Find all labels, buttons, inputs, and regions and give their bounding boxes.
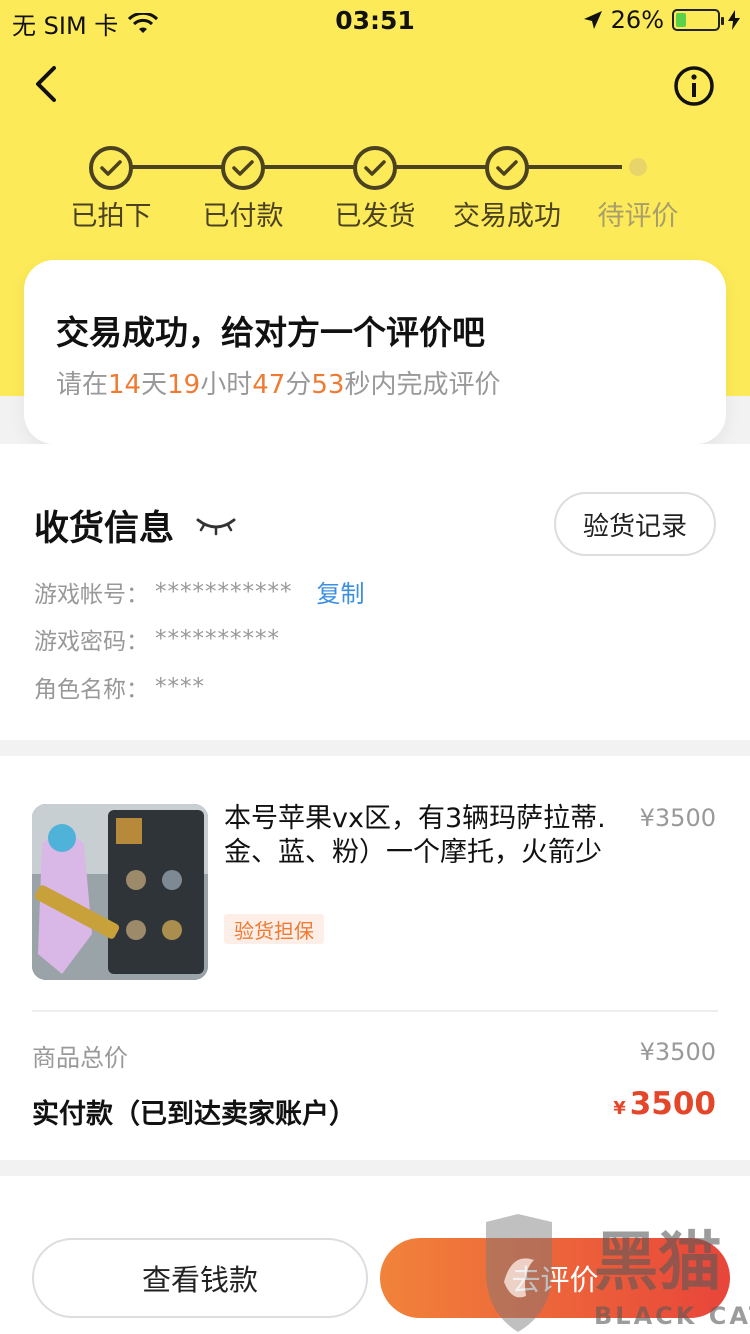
step-label: 已发货 — [334, 201, 416, 232]
info-icon[interactable] — [672, 64, 716, 108]
paid-amount-number: 3500 — [629, 1086, 716, 1122]
info-value: **** — [155, 674, 205, 700]
step-pending-dot — [629, 158, 647, 176]
product-thumbnail[interactable] — [32, 804, 208, 980]
info-row-account: 游戏帐号： *********** 复制 — [34, 574, 365, 609]
review-countdown: 请在14天19小时47分53秒内完成评价 — [56, 364, 500, 401]
eye-closed-icon[interactable] — [196, 514, 236, 536]
info-row-character: 角色名称： **** — [34, 670, 205, 704]
svg-text:黑猫: 黑猫 — [594, 1226, 722, 1300]
countdown-seconds: 53 — [311, 370, 345, 400]
info-row-password: 游戏密码： ********** — [34, 622, 280, 656]
inspection-guarantee-badge: 验货担保 — [224, 914, 324, 944]
paid-amount-value: ¥3500 — [613, 1086, 716, 1122]
order-section: 本号苹果vx区，有3辆玛萨拉蒂.金、蓝、粉）一个摩托，火箭少 ¥3500 验货担… — [0, 756, 750, 1160]
order-progress: 已拍下 已付款 已发货 交易成功 待评价 — [0, 140, 750, 240]
step-connector — [396, 165, 488, 169]
step-label: 待评价 — [597, 201, 679, 232]
back-chevron-icon[interactable] — [28, 62, 68, 106]
info-label: 游戏密码： — [34, 629, 149, 655]
view-payment-button[interactable]: 查看钱款 — [32, 1238, 368, 1318]
receive-info-section: 收货信息 验货记录 游戏帐号： *********** 复制 游戏密码： ***… — [0, 444, 750, 740]
location-arrow-icon — [583, 11, 602, 29]
charging-bolt-icon — [728, 10, 740, 30]
countdown-days: 14 — [108, 370, 142, 400]
divider — [32, 1010, 718, 1012]
product-title[interactable]: 本号苹果vx区，有3辆玛萨拉蒂.金、蓝、粉）一个摩托，火箭少 — [224, 802, 614, 870]
currency-symbol: ¥ — [613, 1098, 626, 1119]
product-thumbnail-image — [32, 804, 208, 980]
status-bar: 无 SIM 卡 03:51 26% — [0, 0, 750, 40]
step-label: 已付款 — [202, 201, 284, 232]
info-value: *********** — [155, 578, 293, 605]
inspection-record-button[interactable]: 验货记录 — [554, 492, 716, 556]
countdown-suffix: 秒内完成评价 — [344, 370, 501, 400]
step-check-icon — [485, 146, 529, 190]
step-label: 交易成功 — [453, 201, 561, 232]
total-price-label: 商品总价 — [32, 1044, 128, 1072]
step-connector — [528, 165, 622, 169]
info-value: ********** — [155, 626, 280, 652]
review-prompt-card: 交易成功，给对方一个评价吧 请在14天19小时47分53秒内完成评价 — [24, 260, 726, 444]
info-label: 角色名称： — [34, 677, 149, 703]
step-check-icon — [89, 146, 133, 190]
step-check-icon — [221, 146, 265, 190]
paid-amount-label: 实付款（已到达卖家账户） — [32, 1099, 356, 1130]
review-prompt-title: 交易成功，给对方一个评价吧 — [56, 313, 485, 352]
receive-info-heading: 收货信息 — [34, 509, 175, 549]
battery-percent: 26% — [610, 6, 664, 34]
step-connector — [132, 165, 224, 169]
info-label: 游戏帐号： — [34, 581, 149, 608]
countdown-prefix: 请在 — [56, 370, 109, 400]
copy-account-link[interactable]: 复制 — [317, 574, 365, 609]
black-cat-watermark-logo: 黑猫 BLACK CAT — [486, 1214, 750, 1332]
step-label: 已拍下 — [70, 201, 152, 232]
countdown-hours-unit: 小时 — [200, 370, 253, 400]
countdown-hours: 19 — [167, 370, 201, 400]
battery-icon — [672, 9, 724, 31]
total-price-value: ¥3500 — [639, 1038, 716, 1066]
countdown-days-unit: 天 — [141, 370, 168, 400]
product-price: ¥3500 — [639, 804, 716, 832]
step-connector — [264, 165, 356, 169]
svg-text:BLACK CAT: BLACK CAT — [594, 1302, 750, 1330]
countdown-minutes: 47 — [252, 370, 286, 400]
step-check-icon — [353, 146, 397, 190]
countdown-minutes-unit: 分 — [285, 370, 312, 400]
